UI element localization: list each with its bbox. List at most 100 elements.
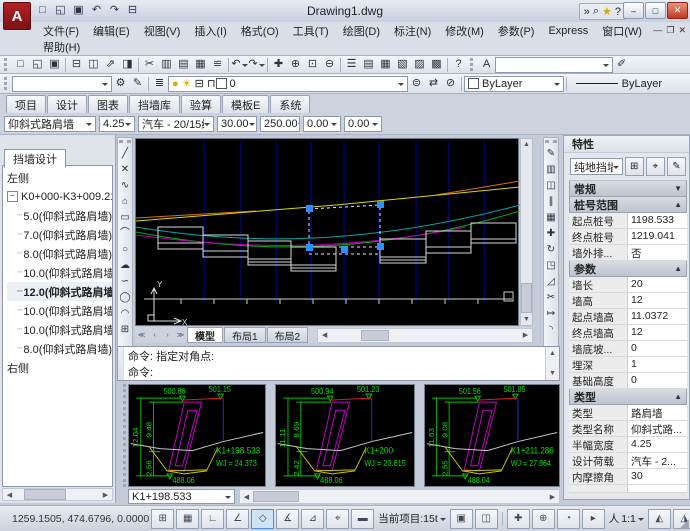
polygon-button[interactable]: ⌂ [117, 194, 134, 210]
grip[interactable] [306, 205, 313, 212]
menu-express[interactable]: Express [541, 23, 595, 38]
menu-modify[interactable]: 修改(M) [438, 23, 491, 38]
tab-first-icon[interactable]: ≪ [135, 330, 148, 341]
wall-type-combo[interactable]: 仰斜式路肩墙 [4, 116, 96, 132]
section-type[interactable]: 类型▲ [569, 389, 687, 405]
menu-view[interactable]: 视图(V) [137, 23, 188, 38]
canvas-vscrollbar[interactable]: ▲ ▼ [520, 138, 533, 326]
tab-prev-icon[interactable]: ‹ [148, 330, 161, 341]
orbit-tool-icon[interactable]: ◔ [557, 509, 580, 529]
tab-check[interactable]: 验算 [181, 95, 221, 113]
mdi-minimize-icon[interactable]: — [653, 25, 662, 36]
scroll-thumb[interactable] [361, 330, 389, 341]
pan-tool-icon[interactable]: ✚ [507, 509, 530, 529]
scroll-right-icon[interactable]: ▶ [99, 489, 112, 500]
command-line[interactable]: 命令: 指定对角点: 命令: ▲ ▼ [117, 346, 560, 381]
showmotion-icon[interactable]: ▸ [582, 509, 605, 529]
tree-item-wall-0[interactable]: ┄5.0(仰斜式路肩墙) [7, 206, 112, 225]
tree-item-wall-4-selected[interactable]: ┄12.0(仰斜式路肩墙) [7, 282, 112, 301]
new-tool-button[interactable]: □ [12, 57, 29, 73]
tree-hscrollbar[interactable]: ◀ ▶ [2, 488, 113, 501]
command-text[interactable]: 命令: 指定对角点: 命令: [124, 347, 545, 380]
property-value[interactable]: 20 [628, 277, 687, 292]
fillet-button[interactable]: ◝ [543, 322, 560, 338]
markup-button[interactable]: ▨ [411, 57, 428, 73]
toolbar-grip[interactable] [470, 58, 475, 71]
scroll-thumb[interactable] [24, 489, 66, 500]
chevron-down-icon[interactable]: ▼ [674, 184, 682, 193]
match-properties-button[interactable]: ≌ [209, 57, 226, 73]
style-combo[interactable] [12, 76, 112, 92]
close-button[interactable]: ✕ [667, 2, 688, 19]
property-value[interactable]: 0 [628, 373, 687, 388]
layer-combo[interactable]: ● ☀ ⊟ ⊓ 0 [168, 76, 408, 92]
tab-last-icon[interactable]: ≫ [174, 330, 187, 341]
redo-tool-button[interactable]: ↷ [248, 57, 265, 73]
property-value[interactable]: 1 [628, 357, 687, 372]
3dplot-button[interactable]: ◨ [119, 57, 136, 73]
mdi-restore-icon[interactable]: ❐ [666, 25, 674, 36]
plot-button[interactable]: ⊟ [68, 57, 85, 73]
scroll-up-icon[interactable]: ▲ [546, 348, 559, 359]
coordinate-readout[interactable]: 1259.1505, 474.6796, 0.0000 [4, 513, 149, 525]
db-connect-button[interactable]: ▩ [428, 57, 445, 73]
sheet-set-button[interactable]: ▧ [394, 57, 411, 73]
preview-grip[interactable] [117, 384, 126, 487]
scroll-right-icon[interactable]: ▶ [519, 330, 532, 341]
tab-model[interactable]: 模型 [187, 327, 223, 343]
tree-item-wall-1[interactable]: ┄7.0(仰斜式路肩墙) [7, 225, 112, 244]
chevron-up-icon[interactable]: ▲ [674, 264, 682, 273]
tree-item-left-side[interactable]: 左侧 [7, 168, 112, 187]
property-value[interactable]: 路肩墙 [628, 405, 687, 420]
property-value[interactable]: 汽车 - 2... [628, 453, 687, 468]
toolbar-grip[interactable] [119, 140, 131, 143]
copy-object-button[interactable]: ▥ [543, 162, 560, 178]
spline-button[interactable]: ∽ [117, 274, 134, 290]
properties-palette-button[interactable]: ☰ [343, 57, 360, 73]
section-preview-1[interactable]: 500.86 501.15 12.04 9.48 2.56 488.06 K1+… [128, 384, 266, 487]
density-combo[interactable]: 250.00 [260, 116, 300, 132]
tab-wall-library[interactable]: 挡墙库 [129, 95, 180, 113]
menu-draw[interactable]: 绘图(D) [336, 23, 387, 38]
osnap-toggle[interactable]: ◇ [251, 509, 274, 529]
property-value[interactable]: 30 [628, 469, 687, 484]
command-prompt-line[interactable]: 命令: [128, 364, 541, 380]
toolbar-grip[interactable] [4, 58, 9, 71]
scroll-up-icon[interactable]: ▲ [520, 139, 533, 150]
section-parameters[interactable]: 参数▲ [569, 261, 687, 277]
layer-isolate-button[interactable]: ⊘ [442, 76, 459, 92]
publish-button[interactable]: ⇗ [102, 57, 119, 73]
layer-on-bulb-icon[interactable]: ● [172, 78, 179, 90]
menu-dimension[interactable]: 标注(N) [387, 23, 438, 38]
tree-item-right-side[interactable]: 右侧 [7, 358, 112, 377]
revcloud-button[interactable]: ☁ [117, 258, 134, 274]
section-preview-2[interactable]: 500.94 501.23 11.11 8.69 2.42 488.06 K1+… [275, 384, 415, 487]
resize-grip[interactable]: ◢ [680, 516, 689, 530]
grip[interactable] [306, 244, 313, 251]
offset-button[interactable]: ∥ [543, 194, 560, 210]
property-value[interactable]: 4.25 [628, 437, 687, 452]
menu-format[interactable]: 格式(O) [234, 23, 286, 38]
current-project-dropdown[interactable]: 当前项目:15t [376, 511, 448, 526]
gear-icon[interactable]: ⚙ [112, 76, 129, 92]
tool-palettes-button[interactable]: ▦ [377, 57, 394, 73]
stretch-button[interactable]: ◿ [543, 274, 560, 290]
zoom-window-button[interactable]: ⊡ [304, 57, 321, 73]
layer-plot-icon[interactable]: ⊟ [195, 77, 204, 90]
search-icon[interactable]: ⌕ [593, 5, 599, 18]
property-value[interactable]: 12 [628, 293, 687, 308]
half-width-combo[interactable]: 4.25 [99, 116, 135, 132]
scroll-right-icon[interactable]: ▶ [546, 491, 559, 502]
layout-space-button[interactable]: ◫ [475, 509, 498, 529]
command-scrollbar[interactable]: ▲ ▼ [545, 347, 559, 380]
rectangle-button[interactable]: ▭ [117, 210, 134, 226]
scale-button[interactable]: ◳ [543, 258, 560, 274]
erase-button[interactable]: ✎ [543, 146, 560, 162]
tree-item-wall-7[interactable]: ┄8.0(仰斜式路肩墙) [7, 339, 112, 358]
tree-item-wall-3[interactable]: ┄10.0(仰斜式路肩墙) [7, 263, 112, 282]
move-button[interactable]: ✚ [543, 226, 560, 242]
annotation-scale-dropdown[interactable]: 人1:1 [607, 511, 646, 526]
menu-window[interactable]: 窗口(W) [595, 23, 649, 38]
property-value[interactable]: 仰斜式路... [628, 421, 687, 436]
tree-item-wall-6[interactable]: ┄10.0(仰斜式路肩墙) [7, 320, 112, 339]
